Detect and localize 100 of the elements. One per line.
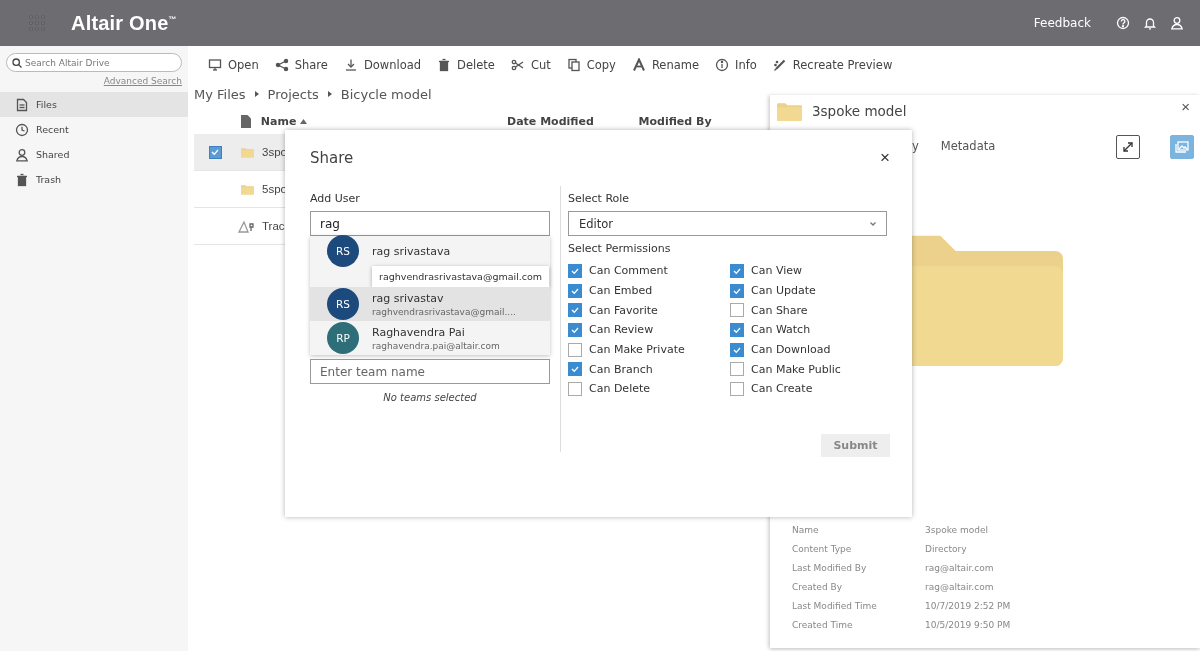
checkbox[interactable]: [568, 362, 582, 377]
pen-icon: [772, 57, 787, 72]
breadcrumb-link[interactable]: My Files: [194, 86, 246, 102]
download-icon: [343, 57, 358, 72]
checkbox[interactable]: [730, 362, 744, 377]
copy-icon: [566, 57, 581, 72]
checkbox[interactable]: [568, 342, 582, 357]
column-header[interactable]: Name: [260, 114, 297, 128]
permission-label: Can Make Public: [751, 362, 841, 376]
scissors-icon: [510, 57, 525, 72]
permission-label: Can Branch: [589, 362, 653, 376]
checkbox[interactable]: [568, 303, 582, 318]
user-search-field[interactable]: rag: [310, 211, 550, 236]
user-name: rag srivastava: [372, 244, 451, 258]
help-icon[interactable]: [1116, 16, 1130, 30]
checkbox[interactable]: [568, 263, 582, 278]
breadcrumb-link[interactable]: Projects: [267, 86, 319, 102]
permission-label: Can Make Private: [589, 343, 685, 357]
checkbox[interactable]: [730, 381, 744, 396]
check-icon: [571, 365, 579, 374]
checkbox[interactable]: [730, 303, 744, 318]
toolbar-button[interactable]: Copy: [566, 57, 616, 72]
user-icon[interactable]: [1170, 16, 1184, 30]
property-value: 3spoke model: [925, 525, 989, 535]
tab[interactable]: Metadata: [940, 136, 996, 158]
property-label: Last Modified Time: [792, 601, 878, 611]
property-value: rag@altair.com: [925, 582, 995, 592]
person-icon: [15, 147, 29, 162]
checkbox[interactable]: [568, 381, 582, 396]
column-header[interactable]: Date Modified: [507, 114, 594, 128]
toolbar-button[interactable]: Download: [343, 57, 422, 72]
trash-icon: [15, 172, 29, 187]
open-button[interactable]: Open: [208, 57, 259, 72]
image-icon: [1175, 141, 1189, 153]
breadcrumb-link[interactable]: Bicycle model: [340, 86, 432, 102]
search-icon: [12, 58, 22, 68]
toolbar-button[interactable]: Delete: [437, 57, 495, 72]
tab[interactable]: y: [912, 136, 919, 158]
permission-label: Can Update: [751, 284, 816, 298]
permission-label: Can Embed: [589, 284, 653, 298]
sidebar-item[interactable]: Recent: [0, 117, 188, 142]
checkbox[interactable]: [730, 322, 744, 337]
toolbar-button[interactable]: Share: [274, 57, 328, 72]
feedback-link[interactable]: Feedback: [1033, 16, 1091, 30]
sidebar-item[interactable]: Files: [0, 92, 188, 117]
property-label: Last Modified By: [792, 563, 868, 573]
field-label: Select Permissions: [568, 242, 672, 255]
close-button[interactable]: ×: [880, 148, 890, 168]
sidebar-item[interactable]: Shared: [0, 142, 188, 167]
check-icon: [571, 325, 579, 334]
dialog-title: Share: [310, 149, 354, 167]
advanced-search-link[interactable]: Advanced Search: [103, 76, 182, 86]
toolbar-button[interactable]: Rename: [631, 57, 700, 72]
user-suggestion[interactable]: RS rag srivastava: [310, 236, 550, 266]
permission-label: Can Review: [589, 323, 654, 337]
empty-teams-note: No teams selected: [382, 392, 478, 403]
checkbox[interactable]: [730, 342, 744, 357]
check-icon: [571, 306, 579, 315]
email-tooltip: raghvendrasrivastava@gmail.com: [372, 266, 550, 287]
expand-icon: [1122, 141, 1134, 153]
user-name: Raghavendra Pai: [372, 325, 466, 339]
column-header[interactable]: Modified By: [638, 114, 712, 128]
permission-label: Can View: [751, 264, 802, 278]
search-field[interactable]: Search Altair Drive: [6, 53, 182, 72]
close-button[interactable]: ×: [1181, 98, 1190, 115]
file-icon: [241, 114, 252, 128]
user-email: raghavendra.pai@altair.com: [372, 340, 500, 351]
avatar: RS: [327, 288, 359, 320]
checkbox[interactable]: [568, 283, 582, 298]
toolbar-button[interactable]: Recreate Preview: [772, 57, 893, 72]
expand-button[interactable]: [1116, 135, 1140, 159]
checkbox[interactable]: [568, 322, 582, 337]
team-name-field[interactable]: Enter team name: [310, 359, 550, 384]
document-icon: [15, 97, 29, 112]
checkbox[interactable]: [730, 283, 744, 298]
folder-icon: [240, 183, 254, 195]
check-icon: [733, 325, 741, 334]
user-suggestion[interactable]: RP Raghavendra Pai raghavendra.pai@altair.com: [310, 321, 550, 355]
sidebar-item[interactable]: Trash: [0, 167, 188, 192]
folder-icon: [240, 146, 254, 158]
preview-button[interactable]: [1170, 135, 1194, 159]
property-label: Content Type: [792, 544, 853, 554]
property-value: 10/5/2019 9:50 PM: [925, 620, 1012, 630]
row-checkbox[interactable]: [208, 145, 222, 159]
toolbar-button[interactable]: Cut: [510, 57, 551, 72]
permission-label: Can Create: [751, 382, 813, 396]
user-suggestion[interactable]: RS rag srivastav raghvendrasrivastava@gmail....: [310, 287, 550, 321]
model-icon: [238, 219, 256, 233]
role-dropdown[interactable]: Editor: [568, 211, 887, 236]
field-label: Add User: [310, 192, 361, 205]
property-value: 10/7/2019 2:52 PM: [925, 601, 1012, 611]
property-label: Created By: [792, 582, 843, 592]
letter-a-icon: [631, 57, 646, 72]
checkbox[interactable]: [730, 263, 744, 278]
toolbar-button[interactable]: Info: [715, 57, 757, 72]
permission-label: Can Watch: [751, 323, 811, 337]
bell-icon[interactable]: [1143, 16, 1157, 30]
avatar: RS: [327, 235, 359, 267]
property-label: Created Time: [792, 620, 854, 630]
permission-label: Can Favorite: [589, 303, 658, 317]
